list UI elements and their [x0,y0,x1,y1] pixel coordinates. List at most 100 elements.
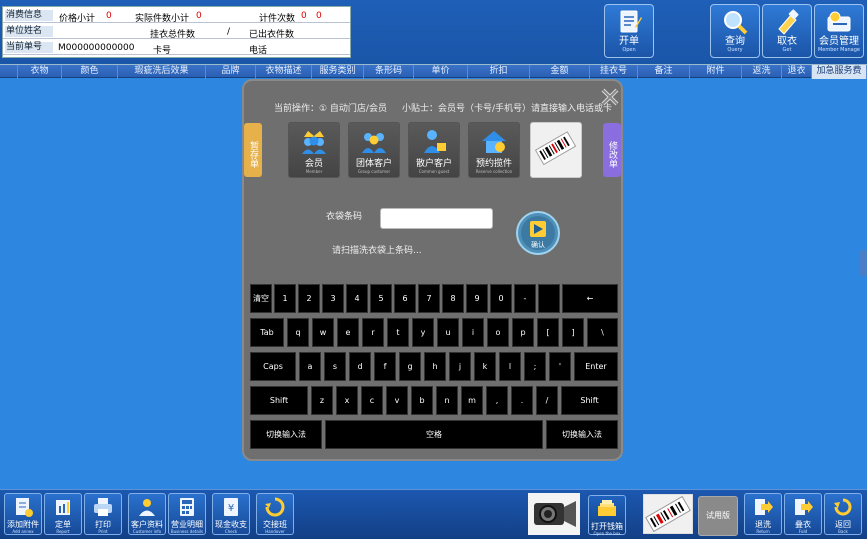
key[interactable]: i [462,318,484,347]
camera-icon[interactable] [528,493,580,535]
key[interactable]: 6 [394,284,416,313]
key-clear[interactable]: 清空 [250,284,272,313]
key-caps[interactable]: Caps [250,352,296,381]
key[interactable]: m [461,386,483,415]
fold-button[interactable]: 叠衣 Fold [784,493,822,535]
reserve-collection-button[interactable]: 预约揽件 Reserve collection [468,122,520,178]
key[interactable]: ] [562,318,584,347]
key[interactable]: t [387,318,409,347]
key-enter[interactable]: Enter [574,352,618,381]
key[interactable]: ; [524,352,546,381]
key[interactable]: e [337,318,359,347]
barcode-mode-button[interactable] [530,122,582,178]
column-header[interactable]: 备注 [638,65,690,79]
key[interactable]: , [486,386,508,415]
column-header[interactable]: 返洗 [742,65,782,79]
key-switch-ime-right[interactable]: 切换输入法 [546,420,618,449]
key[interactable]: s [324,352,346,381]
key[interactable]: c [361,386,383,415]
barcode-tags-icon[interactable] [643,494,693,534]
key[interactable]: a [299,352,321,381]
column-header[interactable]: 挂衣号 [590,65,638,79]
column-header[interactable]: 服务类别 [312,65,364,79]
key[interactable]: 9 [466,284,488,313]
column-header[interactable]: 加急服务费 [812,65,867,79]
column-header[interactable]: 衣物描述 [256,65,312,79]
key[interactable]: o [487,318,509,347]
key-switch-ime-left[interactable]: 切换输入法 [250,420,322,449]
column-header[interactable]: 条形码 [364,65,414,79]
key[interactable]: l [499,352,521,381]
handover-button[interactable]: 交接班 Handover [256,493,294,535]
key[interactable]: [ [537,318,559,347]
open-order-button[interactable]: 开单 Open [604,4,654,58]
key[interactable]: 1 [274,284,296,313]
key[interactable]: h [424,352,446,381]
edit-order-tab[interactable]: 修改单 [603,123,621,177]
side-panel-handle[interactable] [860,250,867,276]
key[interactable]: 8 [442,284,464,313]
key[interactable]: \ [587,318,618,347]
column-header[interactable]: 衣物 [18,65,62,79]
key[interactable]: z [311,386,333,415]
query-button[interactable]: 查询 Query [710,4,760,58]
column-header[interactable]: 瑕疵洗后效果 [118,65,206,79]
key[interactable]: g [399,352,421,381]
key-backspace[interactable]: ← [562,284,618,313]
key[interactable]: ' [549,352,571,381]
return-wash-button[interactable]: 退洗 Return [744,493,782,535]
key[interactable]: / [536,386,558,415]
member-mode-button[interactable]: 会员 Member [288,122,340,178]
key[interactable]: r [362,318,384,347]
key[interactable]: y [412,318,434,347]
column-header[interactable]: 退衣 [782,65,812,79]
take-out-button[interactable]: 取衣 Get [762,4,812,58]
group-customer-button[interactable]: 团体客户 Group customer [348,122,400,178]
key[interactable]: w [312,318,334,347]
column-header[interactable]: 单价 [414,65,468,79]
key[interactable]: 3 [322,284,344,313]
trial-version-button[interactable]: 试用版 [698,496,738,536]
key[interactable]: 5 [370,284,392,313]
key-blank[interactable] [538,284,560,313]
temp-order-tab[interactable]: 暂存单 [244,123,262,177]
column-header[interactable]: 颜色 [62,65,118,79]
key[interactable]: q [287,318,309,347]
key[interactable]: 4 [346,284,368,313]
print-button[interactable]: 打印 Print [84,493,122,535]
key[interactable]: j [449,352,471,381]
key-space[interactable]: 空格 [325,420,543,449]
key[interactable]: f [374,352,396,381]
common-guest-button[interactable]: 散户客户 Common guest [408,122,460,178]
cash-check-button[interactable]: ¥ 现金收支 Check [212,493,250,535]
key[interactable]: v [386,386,408,415]
bag-barcode-input[interactable] [380,208,493,229]
member-manage-button[interactable]: 会员管理 Member Manage [814,4,864,58]
key[interactable]: u [437,318,459,347]
key[interactable]: 7 [418,284,440,313]
open-cash-box-button[interactable]: 打开钱箱 Open the box [588,495,626,536]
key[interactable]: 2 [298,284,320,313]
key[interactable]: - [514,284,536,313]
key-shift-left[interactable]: Shift [250,386,308,415]
add-annex-button[interactable]: 添加附件 Add annex [4,493,42,535]
back-button[interactable]: 返回 Back [824,493,862,535]
key[interactable]: b [411,386,433,415]
business-details-button[interactable]: 营业明细 Business details [168,493,206,535]
key[interactable]: x [336,386,358,415]
key[interactable]: k [474,352,496,381]
key-shift-right[interactable]: Shift [561,386,618,415]
key-tab[interactable]: Tab [250,318,284,347]
key[interactable]: 0 [490,284,512,313]
confirm-play-button[interactable]: 确认 [514,209,562,257]
column-header[interactable]: 折扣 [468,65,530,79]
report-button[interactable]: 定单 Report [44,493,82,535]
column-header[interactable]: 附件 [690,65,742,79]
key[interactable]: p [512,318,534,347]
key[interactable]: n [436,386,458,415]
key[interactable]: . [511,386,533,415]
column-header[interactable]: 品牌 [206,65,256,79]
key[interactable]: d [349,352,371,381]
column-header[interactable]: 金额 [530,65,590,79]
customer-info-button[interactable]: 客户资料 Customer info [128,493,166,535]
